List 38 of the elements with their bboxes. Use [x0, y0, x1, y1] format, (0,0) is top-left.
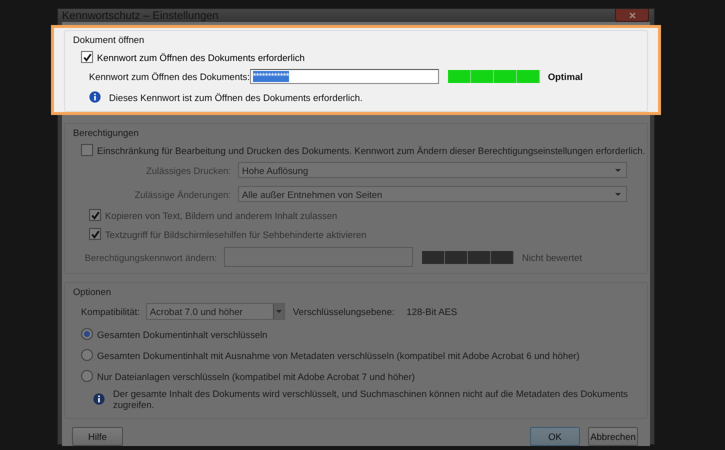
- section-title: Optionen: [73, 286, 112, 297]
- field-label: Kompatibilität:: [81, 306, 140, 317]
- dropdown[interactable]: Acrobat 7.0 und höher: [146, 303, 285, 320]
- dropdown-button[interactable]: [272, 304, 284, 319]
- close-button[interactable]: [615, 9, 649, 22]
- section-title: Berechtigungen: [73, 127, 140, 138]
- password-field[interactable]: ************: [250, 69, 439, 84]
- info-text: Der gesamte Inhalt des Dokuments wird verschlüsselt, und Suchmaschinen können nicht auf die Metadaten des Dokuments zugreifen.: [113, 388, 629, 410]
- checkbox-label: Kennwort zum Öffnen des Dokuments erforderlich: [97, 52, 305, 62]
- close-icon: [628, 12, 636, 18]
- info-icon: [89, 91, 101, 103]
- field-label: Zulässiges Drucken:: [145, 164, 232, 176]
- checkbox-label: Textzugriff für Bildschirmlesehilfen für Sehbehinderte aktivieren: [105, 228, 366, 240]
- info-icon: [93, 393, 105, 405]
- help-button[interactable]: Hilfe: [72, 427, 123, 446]
- radio-button[interactable]: [81, 349, 93, 361]
- cancel-button[interactable]: Abbrechen: [588, 427, 638, 446]
- field-label: Zulässige Änderungen:: [134, 188, 232, 200]
- field-label: Kennwort zum Öffnen des Dokuments:: [89, 71, 250, 82]
- radio-button[interactable]: [81, 370, 93, 382]
- caret-icon: [276, 310, 282, 313]
- checkbox-label: Einschränkung für Bearbeitung und Drucken des Dokuments. Kennwort zum Ändern dieser Berechtigungseinstellungen erforderlich.: [97, 144, 646, 156]
- checkbox[interactable]: [81, 51, 93, 63]
- radio-button[interactable]: [81, 328, 93, 340]
- caret-icon: [615, 192, 621, 196]
- caret-icon: [615, 168, 621, 172]
- field-value: 128-Bit AES: [406, 306, 458, 317]
- field-label: Verschlüsselungsebene:: [292, 306, 395, 317]
- strength-label: Nicht bewertet: [522, 252, 582, 262]
- radio-label: Gesamten Dokumentinhalt mit Ausnahme von Metadaten verschlüsseln (kompatibel mit Adobe Acrobat 6 und höher): [97, 350, 580, 360]
- radio-label: Nur Dateianlagen verschlüsseln (kompatibel mit Adobe Acrobat 7 und höher): [97, 370, 415, 382]
- section-title: Dokument öffnen: [73, 34, 146, 45]
- strength-label: Optimal: [548, 71, 583, 82]
- info-text: Dieses Kennwort ist zum Öffnen des Dokuments erforderlich.: [109, 92, 363, 102]
- checkbox-label: Kopieren von Text, Bildern und anderem Inhalt zulassen: [105, 210, 338, 220]
- field-label: Berechtigungskennwort ändern:: [84, 252, 218, 262]
- radio-label: Gesamten Dokumentinhalt verschlüsseln: [97, 328, 268, 340]
- ok-button[interactable]: OK: [530, 427, 580, 446]
